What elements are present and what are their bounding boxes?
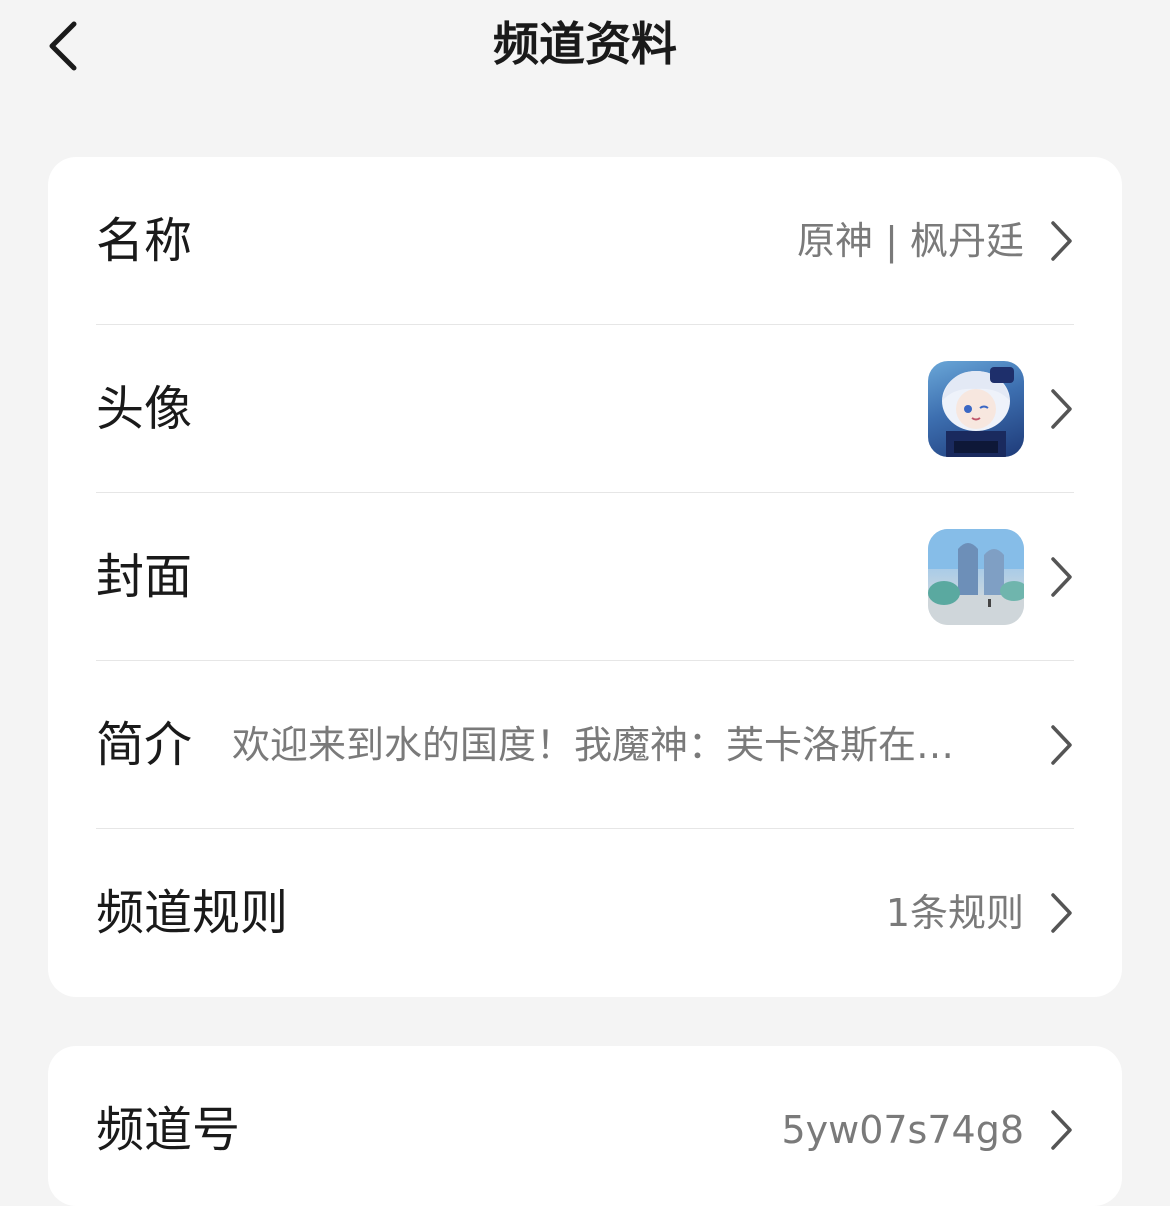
nav-bar: 频道资料 [0,0,1170,92]
channel-cover-image [928,528,1024,625]
chevron-right-icon [1048,387,1074,431]
row-channel-id-value: 5yw07s74g8 [781,1108,1024,1152]
row-channel-id[interactable]: 频道号 5yw07s74g8 [96,1046,1074,1206]
row-avatar[interactable]: 头像 [96,325,1074,493]
row-name[interactable]: 名称 原神 | 枫丹廷 [96,157,1074,325]
chevron-right-icon [1048,1108,1074,1152]
row-intro-value: 欢迎来到水的国度！我魔神：芙卡洛斯在… [232,722,955,767]
chevron-right-icon [1048,555,1074,599]
row-rules[interactable]: 频道规则 1条规则 [96,829,1074,997]
row-rules-label: 频道规则 [96,885,289,941]
page-title: 频道资料 [493,17,677,71]
row-name-label: 名称 [96,212,193,269]
row-cover-label: 封面 [96,548,193,605]
row-intro[interactable]: 简介 欢迎来到水的国度！我魔神：芙卡洛斯在… [96,661,1074,829]
channel-info-card: 名称 原神 | 枫丹廷 头像 封面 简介 欢迎来到水的国度！我魔神：芙卡洛斯在…… [48,157,1122,997]
row-rules-value: 1条规则 [885,891,1024,935]
chevron-right-icon [1048,891,1074,935]
chevron-right-icon [1048,723,1074,767]
chevron-right-icon [1048,219,1074,263]
row-name-value: 原神 | 枫丹廷 [797,218,1024,263]
channel-id-card: 频道号 5yw07s74g8 [48,1046,1122,1206]
row-cover[interactable]: 封面 [96,493,1074,661]
channel-avatar-image [928,360,1024,457]
row-avatar-label: 头像 [96,380,193,437]
row-intro-label: 简介 [96,716,193,773]
row-channel-id-label: 频道号 [96,1102,241,1158]
